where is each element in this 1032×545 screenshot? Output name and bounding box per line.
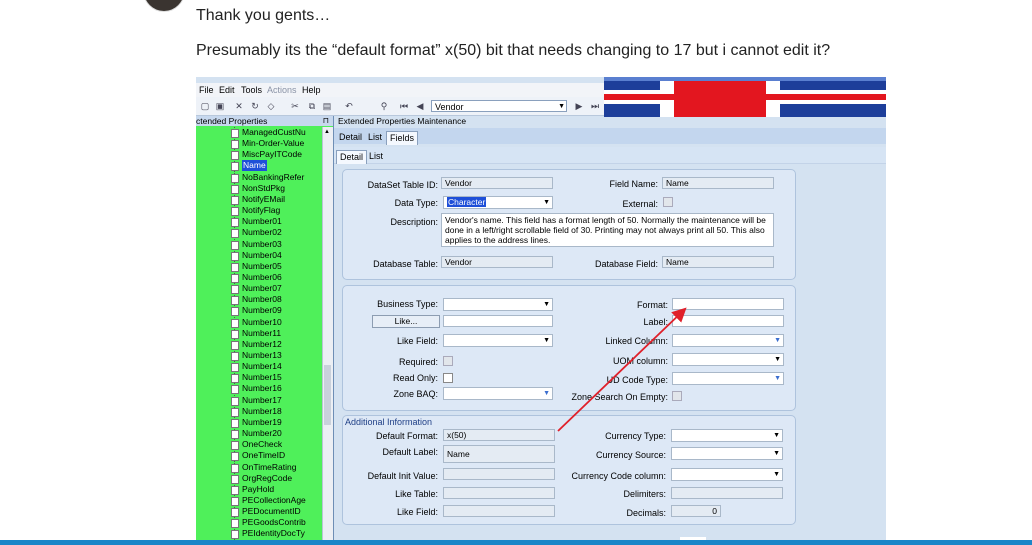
post-line-1: Thank you gents… xyxy=(196,7,331,24)
post-line-2: Presumably its the “default format” x(50… xyxy=(196,42,831,59)
user-avatar[interactable] xyxy=(143,0,185,12)
annotation-arrow xyxy=(557,307,687,432)
embedded-screenshot: File Edit Tools Actions Help ▢ ▣ ✕ ↻ ◇ ✂… xyxy=(196,77,886,540)
bottom-progress-bar xyxy=(0,537,1032,545)
